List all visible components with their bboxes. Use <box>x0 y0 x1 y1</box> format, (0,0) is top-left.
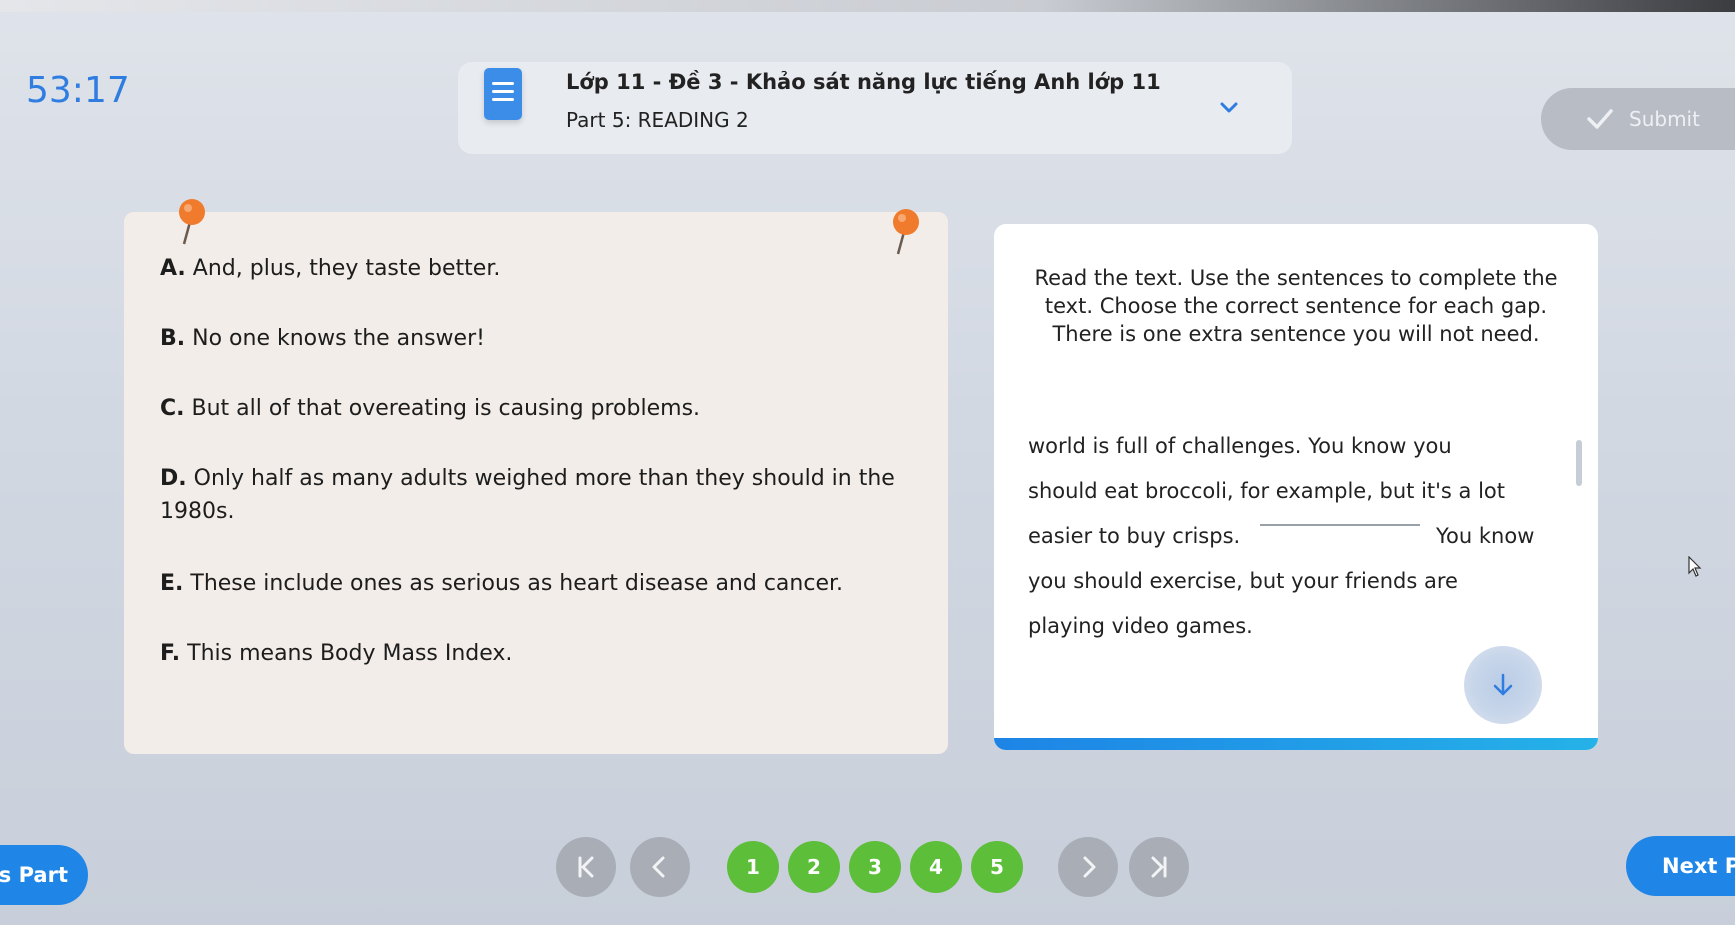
pushpin-icon <box>893 209 919 255</box>
skip-last-icon <box>1151 856 1167 878</box>
answer-gap-blank[interactable] <box>1260 524 1420 526</box>
option-f[interactable]: F. This means Body Mass Index. <box>160 637 920 670</box>
reading-progress-bar <box>994 738 1598 750</box>
option-e[interactable]: E. These include ones as serious as hear… <box>160 567 920 600</box>
passage-line: playing video games. <box>1028 614 1253 638</box>
option-c[interactable]: C. But all of that overeating is causing… <box>160 392 920 425</box>
page-button-2[interactable]: 2 <box>788 841 840 893</box>
previous-part-label: us Part <box>0 863 68 887</box>
passage-line: You know <box>1436 524 1535 548</box>
first-page-button[interactable] <box>556 837 616 897</box>
countdown-timer: 53:17 <box>26 70 130 111</box>
last-page-button[interactable] <box>1129 837 1189 897</box>
page-button-3[interactable]: 3 <box>849 841 901 893</box>
reading-passage-card[interactable]: Read the text. Use the sentences to comp… <box>994 224 1598 750</box>
exam-header[interactable]: Lớp 11 - Đề 3 - Khảo sát năng lực tiếng … <box>458 62 1292 154</box>
sentence-options-card: A. And, plus, they taste better. B. No o… <box>124 199 948 754</box>
scrollbar-thumb[interactable] <box>1576 440 1582 486</box>
chevron-left-icon <box>652 856 665 878</box>
next-part-button[interactable]: Next Pa <box>1626 836 1735 896</box>
passage-line: world is full of challenges. You know yo… <box>1028 434 1452 458</box>
submit-label: Submit <box>1629 107 1700 131</box>
exam-part-label: Part 5: READING 2 <box>566 108 749 132</box>
previous-part-button[interactable]: us Part <box>0 845 88 905</box>
scroll-down-button[interactable] <box>1464 646 1542 724</box>
skip-first-icon <box>578 856 594 878</box>
page-button-1[interactable]: 1 <box>727 841 779 893</box>
top-window-strip <box>0 0 1735 12</box>
instruction-text: Read the text. Use the sentences to comp… <box>1034 266 1558 346</box>
next-part-label: Next Pa <box>1662 854 1735 878</box>
passage-line: should eat broccoli, for example, but it… <box>1028 479 1506 503</box>
check-icon <box>1587 109 1613 129</box>
previous-page-button[interactable] <box>630 837 690 897</box>
document-icon <box>484 68 522 120</box>
page-button-5[interactable]: 5 <box>971 841 1023 893</box>
arrow-down-icon <box>1493 673 1513 696</box>
next-page-button[interactable] <box>1058 837 1118 897</box>
passage-line: you should exercise, but your friends ar… <box>1028 569 1458 593</box>
mouse-cursor-icon <box>1688 556 1702 577</box>
option-b[interactable]: B. No one knows the answer! <box>160 322 920 355</box>
option-a[interactable]: A. And, plus, they taste better. <box>160 252 920 285</box>
exam-title: Lớp 11 - Đề 3 - Khảo sát năng lực tiếng … <box>566 70 1161 94</box>
chevron-down-icon[interactable] <box>1218 96 1240 118</box>
pushpin-icon <box>179 199 205 245</box>
submit-button[interactable]: Submit <box>1541 88 1735 150</box>
page-button-4[interactable]: 4 <box>910 841 962 893</box>
passage-line: easier to buy crisps. <box>1028 524 1241 548</box>
option-d[interactable]: D. Only half as many adults weighed more… <box>160 462 900 528</box>
chevron-right-icon <box>1083 856 1096 878</box>
reading-progress-fill <box>994 738 1598 750</box>
